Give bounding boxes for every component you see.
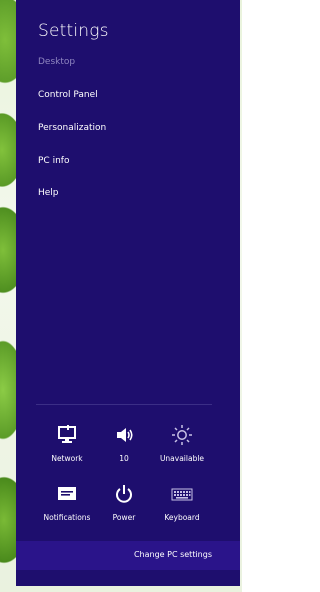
charm-item-personalization[interactable]: Personalization — [38, 123, 106, 133]
quick-setting-keyboard[interactable]: Keyboard — [152, 483, 212, 522]
network-icon — [58, 425, 76, 443]
notifications-icon — [58, 487, 76, 500]
charm-item-pc-info[interactable]: PC info — [38, 156, 69, 166]
charm-context-app: Desktop — [38, 57, 76, 67]
change-pc-settings-link[interactable]: Change PC settings — [134, 550, 212, 559]
power-icon — [116, 485, 132, 503]
quick-setting-label: 10 — [119, 454, 129, 463]
keyboard-icon — [171, 488, 193, 501]
quick-setting-label: Keyboard — [164, 513, 200, 522]
quick-setting-power[interactable]: Power — [94, 483, 154, 522]
quick-setting-label: Notifications — [43, 513, 91, 522]
quick-setting-label: Unavailable — [159, 454, 205, 463]
quick-setting-label: Power — [112, 513, 136, 522]
quick-settings-divider — [36, 404, 212, 405]
volume-icon — [117, 428, 133, 442]
quick-setting-network[interactable]: Network — [37, 424, 97, 463]
charm-title: Settings — [38, 21, 109, 41]
quick-setting-label: Network — [51, 454, 83, 463]
charm-item-help[interactable]: Help — [38, 188, 59, 198]
charm-item-control-panel[interactable]: Control Panel — [38, 90, 98, 100]
change-pc-settings-bar[interactable]: Change PC settings — [16, 541, 240, 570]
settings-charm-panel: Settings Desktop Control Panel Personali… — [16, 0, 240, 586]
brightness-icon — [172, 425, 192, 445]
quick-setting-volume[interactable]: 10 — [94, 424, 154, 463]
quick-setting-notifications[interactable]: Notifications — [37, 483, 97, 522]
quick-setting-brightness[interactable]: Unavailable — [152, 424, 212, 463]
